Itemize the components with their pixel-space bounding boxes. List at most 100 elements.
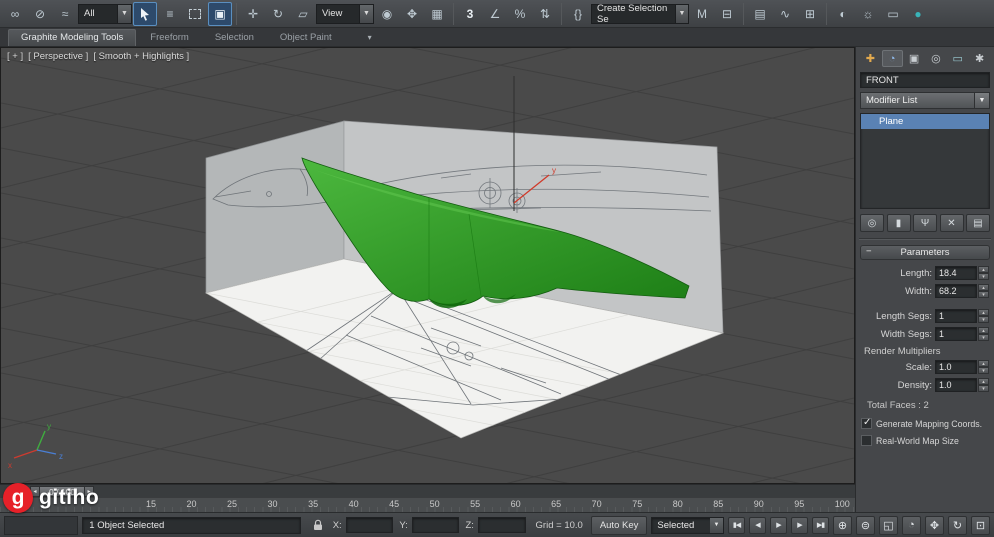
- z-coordinate-field[interactable]: [478, 517, 526, 533]
- width-segs-spinner[interactable]: ▴▾: [978, 327, 989, 341]
- rectangular-selection-region-icon[interactable]: [183, 2, 207, 26]
- snaps-toggle-icon[interactable]: 3: [458, 2, 482, 26]
- select-and-scale-icon[interactable]: ▱: [291, 2, 315, 26]
- make-unique-icon[interactable]: Ψ: [913, 214, 937, 232]
- length-segs-field[interactable]: 1: [935, 309, 977, 323]
- pin-stack-icon[interactable]: ◎: [860, 214, 884, 232]
- render-setup-icon[interactable]: ☼: [856, 2, 880, 26]
- time-slider-track[interactable]: ◂ 0 / 100 ▸: [0, 484, 855, 497]
- display-tab-icon[interactable]: ▭: [947, 50, 968, 67]
- use-pivot-center-icon[interactable]: ◉: [375, 2, 399, 26]
- create-tab-icon[interactable]: ✚: [860, 50, 881, 67]
- maximize-viewport-icon[interactable]: ⊡: [971, 516, 990, 535]
- pan-icon[interactable]: ✥: [925, 516, 944, 535]
- maxscript-mini-listener[interactable]: [4, 516, 78, 535]
- y-coordinate-field[interactable]: [412, 517, 460, 533]
- width-spinner[interactable]: ▴▾: [978, 284, 989, 298]
- schematic-view-icon[interactable]: ⊞: [798, 2, 822, 26]
- select-and-link-icon[interactable]: ∞: [3, 2, 27, 26]
- spinner-snap-icon[interactable]: ⇅: [533, 2, 557, 26]
- keyboard-override-icon[interactable]: ▦: [425, 2, 449, 26]
- rendered-frame-window-icon[interactable]: ▭: [881, 2, 905, 26]
- reference-coordinate-dropdown[interactable]: View ▼: [316, 4, 374, 24]
- generate-mapping-coords-row: Generate Mapping Coords.: [861, 418, 989, 429]
- render-production-icon[interactable]: ●: [906, 2, 930, 26]
- select-and-rotate-icon[interactable]: ↻: [266, 2, 290, 26]
- density-spinner[interactable]: ▴▾: [978, 378, 989, 392]
- zoom-icon[interactable]: ⊕: [833, 516, 852, 535]
- perspective-viewport[interactable]: [ + ] [ Perspective ] [ Smooth + Highlig…: [0, 47, 855, 484]
- selection-lock-icon[interactable]: [309, 516, 326, 534]
- density-field[interactable]: 1.0: [935, 378, 977, 392]
- unlink-selection-icon[interactable]: ⊘: [28, 2, 52, 26]
- collapse-icon: −: [866, 246, 872, 257]
- percent-snap-icon[interactable]: %: [508, 2, 532, 26]
- select-object-button[interactable]: [133, 2, 157, 26]
- play-animation-icon[interactable]: ▶: [770, 517, 787, 534]
- width-field[interactable]: 68.2: [935, 284, 977, 298]
- key-filter-dropdown[interactable]: Selected ▼: [651, 517, 724, 534]
- track-bar[interactable]: 15 20 25 30 35 40 45 50 55 60 65 70 75 8…: [0, 497, 855, 512]
- viewport-column: [ + ] [ Perspective ] [ Smooth + Highlig…: [0, 47, 855, 512]
- chevron-down-icon[interactable]: ▼: [710, 518, 723, 533]
- chevron-down-icon[interactable]: ▼: [675, 5, 688, 23]
- selection-filter-value: All: [84, 8, 95, 19]
- tab-graphite-modeling-tools[interactable]: Graphite Modeling Tools: [8, 29, 136, 46]
- utilities-tab-icon[interactable]: ✱: [969, 50, 990, 67]
- chevron-down-icon[interactable]: ▼: [359, 5, 373, 23]
- scale-spinner[interactable]: ▴▾: [978, 360, 989, 374]
- material-editor-icon[interactable]: ◐: [831, 2, 855, 26]
- hierarchy-tab-icon[interactable]: ▣: [904, 50, 925, 67]
- select-and-move-icon[interactable]: ✛: [241, 2, 265, 26]
- generate-mapping-coords-checkbox[interactable]: [861, 418, 872, 429]
- select-by-name-icon[interactable]: ≡: [158, 2, 182, 26]
- selection-filter-dropdown[interactable]: All ▼: [78, 4, 132, 24]
- curve-editor-icon[interactable]: ∿: [773, 2, 797, 26]
- real-world-map-size-checkbox[interactable]: [861, 435, 872, 446]
- viewport-menu-general[interactable]: [ + ]: [7, 51, 23, 62]
- bind-to-space-warp-icon[interactable]: ≈: [53, 2, 77, 26]
- zoom-all-icon[interactable]: ⊜: [856, 516, 875, 535]
- modifier-stack[interactable]: Plane: [860, 113, 990, 209]
- modify-tab-icon[interactable]: ◔: [882, 50, 903, 67]
- window-crossing-toggle-icon[interactable]: ▣: [208, 2, 232, 26]
- chevron-down-icon[interactable]: ▼: [117, 5, 131, 23]
- length-field[interactable]: 18.4: [935, 266, 977, 280]
- viewport-canvas[interactable]: y x y z: [1, 48, 854, 483]
- select-and-manipulate-icon[interactable]: ✥: [400, 2, 424, 26]
- zoom-extents-icon[interactable]: ◱: [879, 516, 898, 535]
- tab-selection[interactable]: Selection: [203, 30, 266, 46]
- align-icon[interactable]: ⊟: [715, 2, 739, 26]
- angle-snap-icon[interactable]: ∠: [483, 2, 507, 26]
- next-frame-icon[interactable]: ▶: [791, 517, 808, 534]
- stack-item-plane[interactable]: Plane: [861, 114, 989, 129]
- show-end-result-icon[interactable]: ▮: [887, 214, 911, 232]
- configure-modifier-sets-icon[interactable]: ▤: [966, 214, 990, 232]
- edit-named-selection-sets-icon[interactable]: {}: [566, 2, 590, 26]
- width-segs-field[interactable]: 1: [935, 327, 977, 341]
- x-coordinate-field[interactable]: [346, 517, 394, 533]
- named-selection-set-dropdown[interactable]: Create Selection Se ▼: [591, 4, 689, 24]
- mirror-icon[interactable]: M: [690, 2, 714, 26]
- previous-frame-icon[interactable]: ◀: [749, 517, 766, 534]
- viewport-menu-pov[interactable]: [ Perspective ]: [28, 51, 88, 62]
- go-to-end-icon[interactable]: ▶▮: [812, 517, 829, 534]
- length-segs-spinner[interactable]: ▴▾: [978, 309, 989, 323]
- object-name-field[interactable]: FRONT: [860, 72, 990, 88]
- motion-tab-icon[interactable]: ◎: [925, 50, 946, 67]
- remove-modifier-icon[interactable]: ✕: [940, 214, 964, 232]
- layer-manager-icon[interactable]: ▤: [748, 2, 772, 26]
- auto-key-button[interactable]: Auto Key: [591, 516, 648, 535]
- viewport-menu-shading[interactable]: [ Smooth + Highlights ]: [93, 51, 189, 62]
- go-to-start-icon[interactable]: ▮◀: [728, 517, 745, 534]
- modifier-list-dropdown[interactable]: Modifier List ▼: [860, 92, 990, 109]
- chevron-down-icon[interactable]: ▼: [974, 93, 989, 108]
- field-of-view-icon[interactable]: ◔: [902, 516, 921, 535]
- tab-freeform[interactable]: Freeform: [138, 30, 201, 46]
- parameters-rollout-header[interactable]: − Parameters: [860, 245, 990, 260]
- scale-field[interactable]: 1.0: [935, 360, 977, 374]
- orbit-icon[interactable]: ↻: [948, 516, 967, 535]
- tab-object-paint[interactable]: Object Paint: [268, 30, 344, 46]
- ribbon-minimize-icon[interactable]: ▾: [360, 31, 380, 46]
- length-spinner[interactable]: ▴▾: [978, 266, 989, 280]
